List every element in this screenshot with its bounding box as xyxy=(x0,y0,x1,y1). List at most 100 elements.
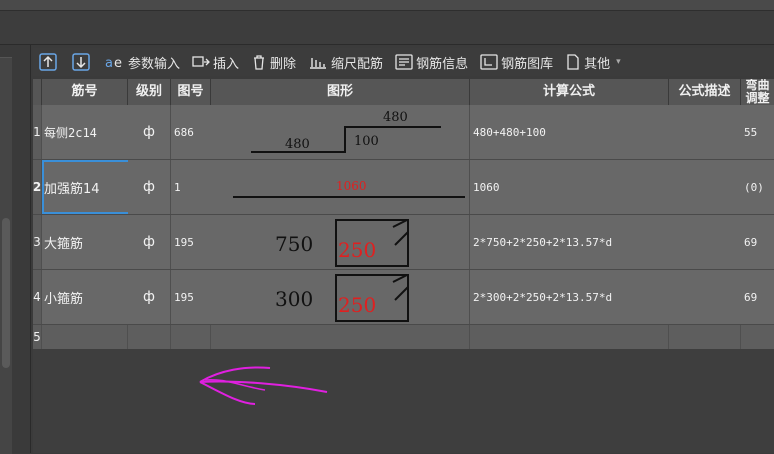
dim-right: 100 xyxy=(354,134,379,149)
rebar-library-button[interactable]: 钢筋图库 xyxy=(480,53,553,72)
arrow-down-icon xyxy=(72,53,90,71)
row-index: 3 xyxy=(33,215,42,269)
cell-shape[interactable]: 1060 xyxy=(211,160,470,214)
rebar-toolbar: ae 参数输入 插入 删除 缩尺配筋 钢筋信息 钢筋图库 其他 ▾ xyxy=(33,48,774,76)
more-label: 其他 xyxy=(584,56,611,72)
chevron-down-icon: ▾ xyxy=(616,57,621,67)
header-fig-no[interactable]: 图号 xyxy=(171,79,211,105)
arrow-up-icon xyxy=(39,53,57,71)
param-input-label: 参数输入 xyxy=(128,56,181,72)
title-bar xyxy=(0,0,774,11)
cell-formula[interactable]: 2*300+2*250+2*13.57*d xyxy=(470,270,672,324)
dim-top: 480 xyxy=(383,110,408,125)
delete-button[interactable]: 删除 xyxy=(251,53,296,72)
delete-label: 删除 xyxy=(270,56,297,72)
dim-width: 750 xyxy=(275,232,313,256)
rebar-info-button[interactable]: 钢筋信息 xyxy=(395,53,468,72)
cell-grade[interactable]: ф xyxy=(128,160,171,214)
menu-band xyxy=(0,11,774,45)
hand-drawn-arrow-icon xyxy=(199,366,328,405)
cell-bend[interactable] xyxy=(741,325,774,349)
param-input-icon: ae xyxy=(105,56,122,70)
cell-fig-no[interactable] xyxy=(171,325,211,349)
vertical-scrollbar[interactable] xyxy=(2,218,10,368)
dim-length: 1060 xyxy=(336,179,367,193)
table-row[interactable]: 4 小箍筋 ф 195 300 250 2*300+2*250+2*13.57*… xyxy=(33,270,774,325)
insert-label: 插入 xyxy=(213,56,240,72)
header-bend[interactable]: 弯曲调整 xyxy=(741,79,774,105)
move-up-button[interactable] xyxy=(39,53,60,71)
table-row[interactable]: 3 大箍筋 ф 195 750 250 2*750+2*250+2*13.57*… xyxy=(33,215,774,270)
cell-bend[interactable]: 69 xyxy=(741,270,774,324)
table-row[interactable]: 2 加强筋14 ф 1 1060 1060 (0) xyxy=(33,160,774,215)
cell-fig-no[interactable]: 195 xyxy=(171,270,214,324)
more-dropdown[interactable]: 其他 ▾ xyxy=(565,53,621,72)
cell-grade[interactable]: ф xyxy=(128,270,171,324)
row-index: 1 xyxy=(33,105,42,159)
cell-formula-desc[interactable] xyxy=(669,270,744,324)
cell-name[interactable] xyxy=(42,325,128,349)
cell-formula[interactable]: 480+480+100 xyxy=(470,105,672,159)
insert-button[interactable]: 插入 xyxy=(192,53,239,72)
document-icon xyxy=(567,54,579,70)
dim-left: 480 xyxy=(285,137,310,152)
header-index xyxy=(33,79,42,105)
cell-bend[interactable]: (0) xyxy=(741,160,774,214)
cell-name[interactable]: 小箍筋 xyxy=(42,270,130,324)
cell-fig-no[interactable]: 195 xyxy=(171,215,214,269)
cell-bend[interactable]: 69 xyxy=(741,215,774,269)
stepped-bar-figure: 480 480 100 xyxy=(251,110,441,153)
scale-bars-icon xyxy=(310,58,327,69)
cell-formula-desc[interactable] xyxy=(669,215,744,269)
library-icon xyxy=(480,54,498,70)
cell-grade[interactable] xyxy=(128,325,171,349)
left-panel-strip xyxy=(0,57,12,454)
info-list-icon xyxy=(395,54,413,70)
rebar-table: 筋号 级别 图号 图形 计算公式 公式描述 弯曲调整 1 每侧2c14 ф 68… xyxy=(33,79,774,453)
move-down-button[interactable] xyxy=(72,53,93,71)
cell-formula[interactable]: 2*750+2*250+2*13.57*d xyxy=(470,215,672,269)
dim-height: 250 xyxy=(338,238,376,262)
cell-name[interactable]: 大箍筋 xyxy=(42,215,130,269)
header-formula[interactable]: 计算公式 xyxy=(470,79,669,105)
header-grade[interactable]: 级别 xyxy=(128,79,171,105)
row-index: 2 xyxy=(33,160,42,214)
stirrup-figure: 300 250 xyxy=(275,274,409,322)
cell-formula[interactable]: 1060 xyxy=(470,160,672,214)
cell-name[interactable]: 每侧2c14 xyxy=(42,105,130,159)
table-row-empty[interactable]: 5 xyxy=(33,325,774,350)
straight-bar-figure: 1060 xyxy=(233,179,465,198)
trash-icon xyxy=(254,55,265,70)
cell-bend[interactable]: 55 xyxy=(741,105,774,159)
table-row[interactable]: 1 每侧2c14 ф 686 480 480 100 480+480+100 5… xyxy=(33,105,774,160)
cell-shape[interactable]: 300 250 xyxy=(211,270,470,324)
param-input-button[interactable]: ae 参数输入 xyxy=(105,53,180,72)
rebar-info-label: 钢筋信息 xyxy=(416,56,469,72)
svg-text:a: a xyxy=(105,56,113,70)
cell-grade[interactable]: ф xyxy=(128,105,171,159)
svg-text:e: e xyxy=(114,56,122,70)
cell-formula-desc[interactable] xyxy=(669,325,741,349)
rebar-library-label: 钢筋图库 xyxy=(501,56,554,72)
dim-height: 250 xyxy=(338,293,376,317)
cell-fig-no[interactable]: 1 xyxy=(171,160,214,214)
cell-shape[interactable] xyxy=(211,325,470,349)
scale-rebar-label: 缩尺配筋 xyxy=(331,56,384,72)
header-shape[interactable]: 图形 xyxy=(211,79,470,105)
cell-formula[interactable] xyxy=(470,325,669,349)
cell-name-selected[interactable]: 加强筋14 xyxy=(42,160,130,214)
header-name[interactable]: 筋号 xyxy=(42,79,128,105)
cell-shape[interactable]: 480 480 100 xyxy=(211,105,470,159)
cell-formula-desc[interactable] xyxy=(669,160,744,214)
dim-width: 300 xyxy=(275,287,313,311)
row-index: 4 xyxy=(33,270,42,324)
cell-fig-no[interactable]: 686 xyxy=(171,105,214,159)
row-index: 5 xyxy=(33,325,42,349)
cell-shape[interactable]: 750 250 xyxy=(211,215,470,269)
cell-grade[interactable]: ф xyxy=(128,215,171,269)
table-empty-area xyxy=(33,349,774,453)
cell-formula-desc[interactable] xyxy=(669,105,744,159)
scale-rebar-button[interactable]: 缩尺配筋 xyxy=(308,53,383,72)
insert-icon xyxy=(192,56,210,67)
header-formula-desc[interactable]: 公式描述 xyxy=(669,79,741,105)
